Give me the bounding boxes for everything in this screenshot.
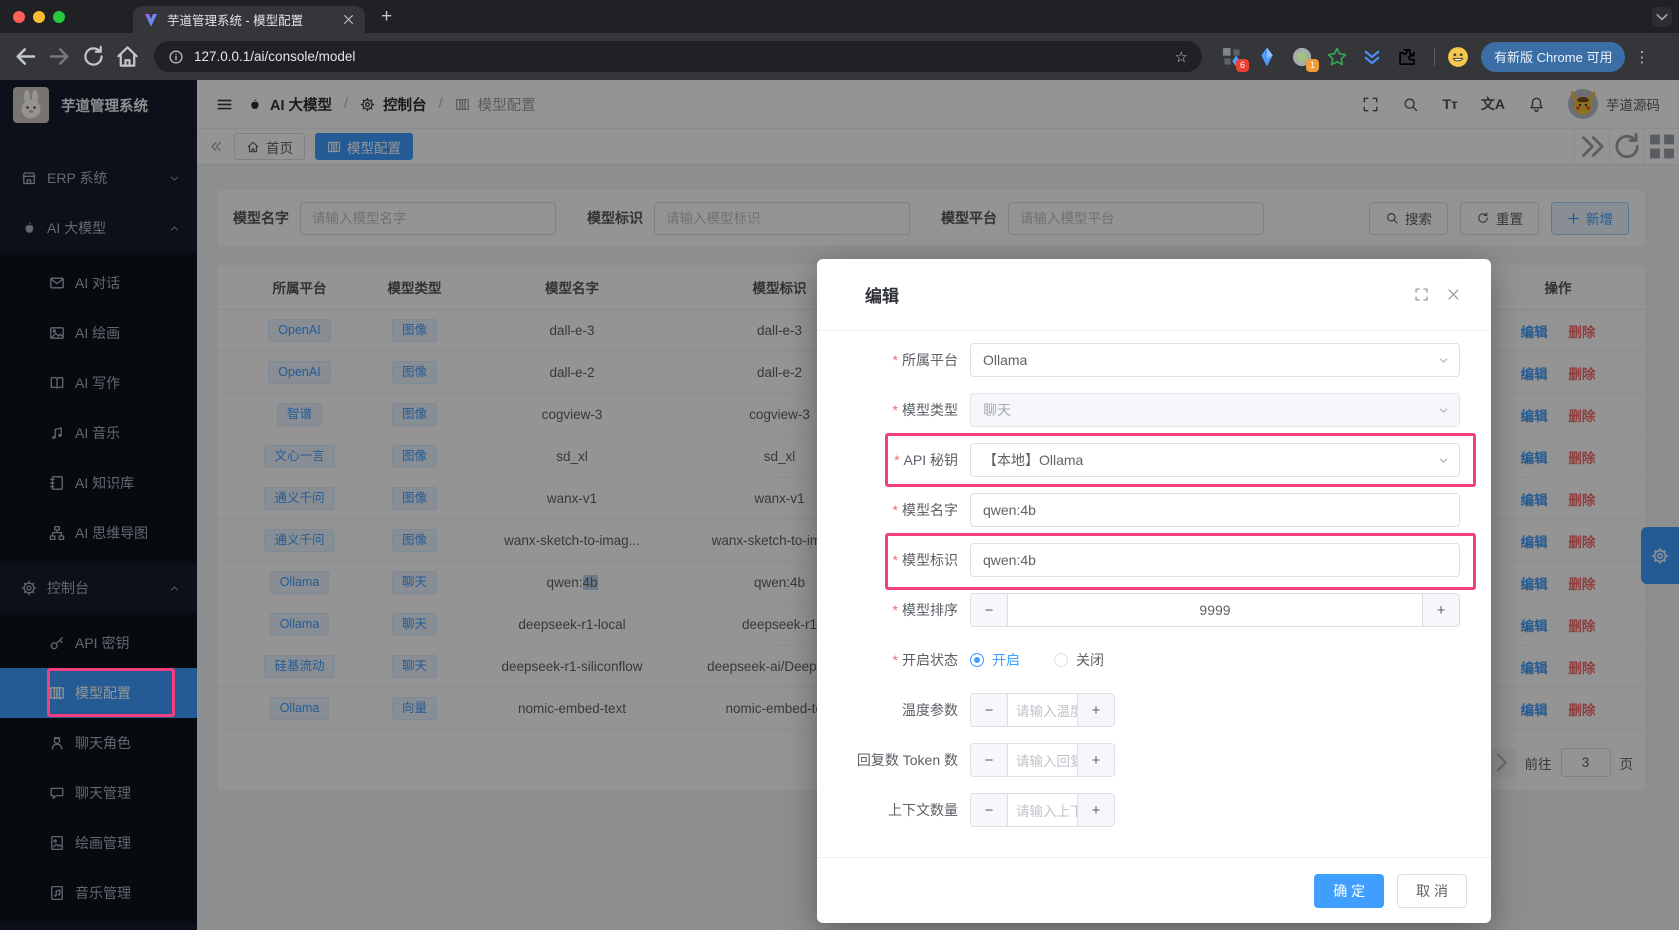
form-row: *所属平台 Ollama [817, 335, 1491, 385]
dialog-header: 编辑 [817, 259, 1491, 331]
close-tab-icon[interactable] [342, 13, 355, 26]
input-模型标识[interactable] [970, 543, 1460, 577]
form-label: 上下文数量 [817, 800, 958, 820]
extension-badge: 6 [1236, 59, 1249, 72]
radio-开启[interactable]: 开启 [970, 650, 1020, 670]
increase-button[interactable]: + [1077, 794, 1114, 826]
dialog-title: 编辑 [865, 282, 899, 307]
input-模型名字[interactable] [970, 493, 1460, 527]
browser-tab[interactable]: 芋道管理系统 - 模型配置 [133, 6, 365, 33]
form-label: *模型类型 [817, 400, 958, 420]
extension-kite-icon[interactable] [1256, 46, 1278, 68]
form-row: *开启状态 开启 关闭 [817, 635, 1491, 685]
select-所属平台[interactable]: Ollama [970, 343, 1460, 377]
new-tab-button[interactable]: + [381, 6, 392, 28]
radio-label: 关闭 [1076, 650, 1104, 670]
tab-search-chevron-icon[interactable] [1652, 7, 1672, 27]
browser-menu-icon[interactable]: ⋮ [1634, 48, 1649, 66]
profile-smiley-icon[interactable] [1447, 46, 1469, 68]
chevron-down-icon [1437, 404, 1450, 417]
form-label: *模型标识 [817, 550, 958, 570]
decrease-button[interactable]: − [971, 744, 1008, 776]
extension-circle-icon[interactable]: 1 [1291, 46, 1313, 68]
number-input-上下文数量: − 请输入上下 + [970, 793, 1115, 827]
increase-button[interactable]: + [1077, 694, 1114, 726]
number-placeholder[interactable]: 请输入回复 [1008, 744, 1077, 776]
number-placeholder[interactable]: 请输入温度 [1008, 694, 1077, 726]
extensions-puzzle-icon[interactable] [1396, 46, 1418, 68]
number-placeholder[interactable]: 请输入上下 [1008, 794, 1077, 826]
address-bar[interactable]: 127.0.0.1/ai/console/model ☆ [154, 41, 1202, 72]
browser-toolbar: 127.0.0.1/ai/console/model ☆ 6 1 有新版 Chr… [0, 33, 1679, 80]
decrease-button[interactable]: − [971, 594, 1008, 626]
extension-blocks-icon[interactable]: 6 [1221, 46, 1243, 68]
select-API 秘钥[interactable]: 【本地】Ollama [970, 443, 1460, 477]
extension-badge: 1 [1306, 59, 1319, 72]
form-row: *模型类型 聊天 [817, 385, 1491, 435]
site-favicon-icon [143, 12, 159, 28]
chevron-down-icon [1437, 454, 1450, 467]
number-input-模型排序: − 9999 + [970, 593, 1460, 627]
form-label: *模型名字 [817, 500, 958, 520]
chevron-down-icon [1437, 354, 1450, 367]
browser-tab-strip: 芋道管理系统 - 模型配置 + [0, 0, 1679, 33]
radio-group-开启状态: 开启 关闭 [970, 650, 1104, 670]
form-row: 回复数 Token 数 − 请输入回复 + [817, 735, 1491, 785]
form-row: 上下文数量 − 请输入上下 + [817, 785, 1491, 835]
extension-double-chevron-icon[interactable] [1361, 46, 1383, 68]
confirm-button[interactable]: 确 定 [1314, 874, 1384, 908]
toolbar-divider [1434, 48, 1435, 66]
dialog-footer: 确 定 取 消 [817, 857, 1491, 923]
radio-dot [970, 653, 984, 667]
form-row: *模型名字 [817, 485, 1491, 535]
number-input-回复数 Token 数: − 请输入回复 + [970, 743, 1115, 777]
dialog-fullscreen-icon[interactable] [1414, 287, 1429, 302]
browser-tab-title: 芋道管理系统 - 模型配置 [167, 10, 334, 29]
form-row: *模型排序 − 9999 + [817, 585, 1491, 635]
bookmark-star-icon[interactable]: ☆ [1175, 48, 1188, 66]
window-controls [0, 11, 79, 23]
back-icon[interactable] [12, 43, 39, 70]
form-row: *模型标识 [817, 535, 1491, 585]
dialog-form: *所属平台 Ollama *模型类型 聊天 *API 秘钥 【本地】Ollama [817, 331, 1491, 835]
form-label: *API 秘钥 [817, 450, 958, 470]
form-label: 回复数 Token 数 [817, 750, 958, 770]
form-label: *开启状态 [817, 650, 958, 670]
forward-icon[interactable] [46, 43, 73, 70]
home-toolbar-icon[interactable] [114, 43, 141, 70]
radio-关闭[interactable]: 关闭 [1054, 650, 1104, 670]
form-row: 温度参数 − 请输入温度 + [817, 685, 1491, 735]
select-value: Ollama [983, 352, 1027, 368]
select-value: 【本地】Ollama [983, 450, 1083, 470]
site-info-icon[interactable] [168, 49, 184, 65]
form-label: 温度参数 [817, 700, 958, 720]
extension-green-star-icon[interactable] [1326, 46, 1348, 68]
zoom-window-button[interactable] [53, 11, 65, 23]
dialog-close-icon[interactable] [1446, 287, 1461, 302]
number-value[interactable]: 9999 [1008, 594, 1422, 626]
number-input-温度参数: − 请输入温度 + [970, 693, 1115, 727]
form-row: *API 秘钥 【本地】Ollama [817, 435, 1491, 485]
decrease-button[interactable]: − [971, 794, 1008, 826]
select-value: 聊天 [983, 400, 1011, 420]
edit-dialog: 编辑 *所属平台 Ollama *模型类型 聊天 * [817, 259, 1491, 923]
form-label: *模型排序 [817, 600, 958, 620]
select-模型类型[interactable]: 聊天 [970, 393, 1460, 427]
radio-dot [1054, 653, 1068, 667]
close-window-button[interactable] [13, 11, 25, 23]
form-label: *所属平台 [817, 350, 958, 370]
url-text[interactable]: 127.0.0.1/ai/console/model [194, 49, 1165, 64]
decrease-button[interactable]: − [971, 694, 1008, 726]
cancel-button[interactable]: 取 消 [1397, 874, 1467, 908]
chrome-update-button[interactable]: 有新版 Chrome 可用 [1481, 42, 1625, 72]
minimize-window-button[interactable] [33, 11, 45, 23]
reload-icon[interactable] [80, 43, 107, 70]
increase-button[interactable]: + [1077, 744, 1114, 776]
radio-label: 开启 [992, 650, 1020, 670]
app-viewport: 芋道管理系统 ERP 系统 AI 大模型 AI 对话 AI 绘画 AI 写作 A… [0, 80, 1679, 930]
increase-button[interactable]: + [1422, 594, 1459, 626]
screen: 芋道管理系统 - 模型配置 + 127.0.0.1/ai/console/mod… [0, 0, 1679, 930]
